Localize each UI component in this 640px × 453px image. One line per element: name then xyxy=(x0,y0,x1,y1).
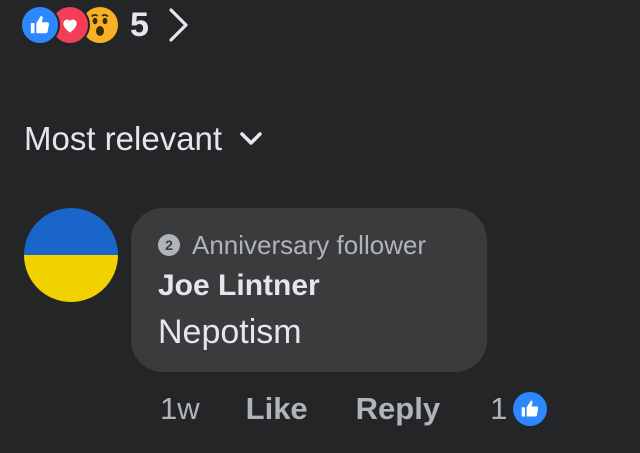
avatar-flag-yellow xyxy=(24,255,118,302)
comment-author[interactable]: Joe Lintner xyxy=(158,268,487,304)
comment-timestamp[interactable]: 1w xyxy=(160,391,200,427)
comment-actions: 1w Like Reply 1 xyxy=(160,384,548,434)
avatar[interactable] xyxy=(24,208,118,302)
reaction-count: 5 xyxy=(130,6,149,44)
anniversary-badge-icon: 2 xyxy=(158,234,180,256)
comment-like-summary[interactable]: 1 xyxy=(490,391,548,427)
reactions-summary[interactable]: 5 xyxy=(20,2,191,48)
chevron-right-icon[interactable] xyxy=(167,7,191,43)
follower-badge: 2 Anniversary follower xyxy=(158,228,487,262)
comment-like-count: 1 xyxy=(490,391,508,426)
badge-label: Anniversary follower xyxy=(192,229,427,260)
sort-dropdown[interactable]: Most relevant xyxy=(24,116,262,162)
avatar-flag-blue xyxy=(24,208,118,255)
thumbs-up-icon xyxy=(513,392,548,426)
sort-label: Most relevant xyxy=(24,120,223,157)
chevron-down-icon xyxy=(240,132,262,146)
like-button[interactable]: Like xyxy=(246,391,308,427)
comments-section: 5 Most relevant 2 Anniversary follower J… xyxy=(0,0,640,453)
reply-button[interactable]: Reply xyxy=(356,391,440,427)
comment-text: Nepotism xyxy=(158,313,302,351)
thumbs-up-icon xyxy=(20,5,60,45)
comment-bubble: 2 Anniversary follower Joe Lintner Nepot… xyxy=(131,208,487,372)
